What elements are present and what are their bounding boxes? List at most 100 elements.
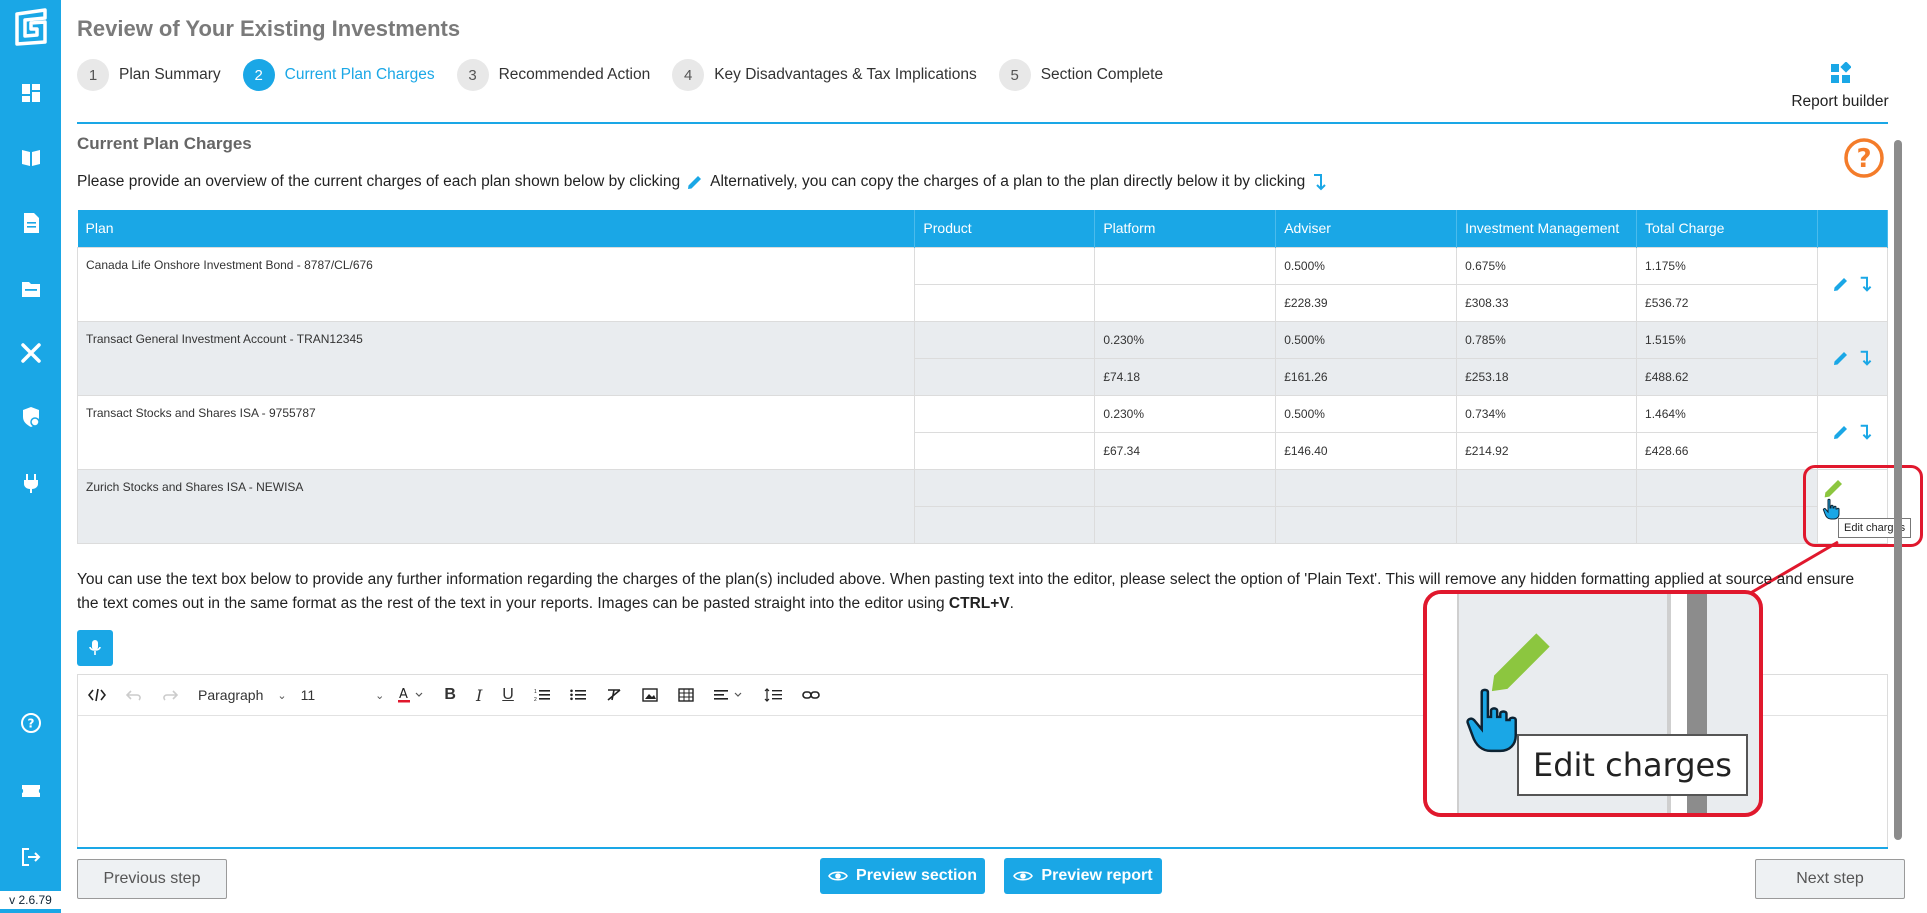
cell-product-amount: [914, 431, 1096, 470]
logout-icon[interactable]: [20, 846, 42, 868]
cell-adviser-pct: 0.500%: [1275, 320, 1458, 359]
next-step-button[interactable]: Next step: [1755, 859, 1905, 899]
undo-icon[interactable]: [126, 688, 142, 702]
cell-investment-pct: 0.785%: [1456, 320, 1638, 359]
copy-down-icon[interactable]: [1858, 275, 1876, 293]
cell-total-pct: 1.464%: [1636, 394, 1818, 433]
cell-product-amount: [914, 357, 1096, 396]
edit-charges-icon[interactable]: [1832, 275, 1850, 293]
instruction-text-2: Alternatively, you can copy the charges …: [710, 173, 1306, 190]
cell-platform-pct: 0.230%: [1094, 320, 1277, 359]
plan-name: Zurich Stocks and Shares ISA - NEWISA: [76, 468, 916, 544]
column-header-product: Product: [914, 210, 1096, 247]
cell-adviser-amount: £161.26: [1275, 357, 1458, 396]
cell-total-amount: £488.62: [1636, 357, 1818, 396]
step-label: Plan Summary: [119, 66, 221, 83]
insert-image-icon[interactable]: [642, 688, 658, 702]
section-title: Current Plan Charges: [77, 134, 252, 153]
block-format-value: Paragraph: [198, 687, 264, 703]
line-height-icon[interactable]: [764, 688, 782, 702]
previous-step-button[interactable]: Previous step: [77, 859, 227, 899]
align-button[interactable]: [713, 688, 744, 702]
column-header-investment-management: Investment Management: [1456, 210, 1638, 247]
page-scrollbar[interactable]: [1894, 140, 1902, 840]
block-format-select[interactable]: Paragraph ⌄: [198, 687, 287, 703]
folder-icon[interactable]: [20, 278, 42, 300]
insert-table-icon[interactable]: [678, 688, 694, 702]
app-version: v 2.6.79: [0, 891, 61, 909]
edit-charges-icon[interactable]: [1832, 349, 1850, 367]
underline-icon[interactable]: U: [502, 686, 514, 704]
svg-text:A: A: [399, 687, 408, 702]
source-code-icon[interactable]: [88, 688, 106, 702]
step-current-plan-charges[interactable]: 2 Current Plan Charges: [242, 59, 435, 91]
step-plan-summary[interactable]: 1 Plan Summary: [77, 59, 221, 91]
link-icon[interactable]: [802, 688, 820, 702]
cell-product-amount: [914, 505, 1096, 544]
preview-section-button[interactable]: Preview section: [820, 858, 985, 894]
step-section-complete[interactable]: 5 Section Complete: [998, 59, 1164, 91]
cell-platform-amount: [1094, 283, 1277, 322]
column-header-platform: Platform: [1094, 210, 1277, 247]
clear-formatting-icon[interactable]: [606, 688, 622, 702]
cell-total-pct: 1.175%: [1636, 246, 1818, 285]
report-builder-label: Report builder: [1791, 93, 1889, 110]
tools-icon[interactable]: [20, 342, 42, 364]
app-logo[interactable]: [11, 8, 51, 46]
shield-icon[interactable]: [20, 406, 42, 428]
bold-icon[interactable]: B: [444, 686, 456, 704]
italic-icon[interactable]: I: [476, 686, 482, 705]
zoom-tooltip: Edit charges: [1517, 734, 1748, 796]
table-row: Transact Stocks and Shares ISA - 9755787…: [76, 394, 1889, 470]
row-actions: [1816, 320, 1889, 396]
step-recommended-action[interactable]: 3 Recommended Action: [456, 59, 650, 91]
instruction-text-1: Please provide an overview of the curren…: [77, 173, 681, 190]
redo-icon[interactable]: [162, 688, 178, 702]
row-actions: [1816, 394, 1889, 470]
dictation-button[interactable]: [77, 630, 113, 666]
step-number: 1: [77, 59, 109, 91]
preview-report-label: Preview report: [1041, 867, 1153, 884]
plug-icon[interactable]: [20, 472, 42, 494]
footer-divider: [77, 847, 1888, 849]
font-size-select[interactable]: 11 ⌄: [301, 687, 385, 703]
edit-charges-icon[interactable]: [1832, 423, 1850, 441]
document-icon[interactable]: [20, 212, 42, 234]
cell-platform-pct: 0.230%: [1094, 394, 1277, 433]
chevron-down-icon: ⌄: [375, 689, 385, 702]
row-actions: [1816, 246, 1889, 322]
cell-platform-amount: £67.34: [1094, 431, 1277, 470]
column-header-actions: [1817, 210, 1889, 247]
cell-adviser-pct: 0.500%: [1275, 246, 1458, 285]
cell-total-pct: [1636, 468, 1818, 507]
chevron-down-icon: ⌄: [277, 689, 287, 702]
cell-platform-amount: [1094, 505, 1277, 544]
plan-name: Transact Stocks and Shares ISA - 9755787: [76, 394, 916, 470]
report-builder-button[interactable]: Report builder: [1780, 61, 1900, 111]
step-key-disadvantages[interactable]: 4 Key Disadvantages & Tax Implications: [672, 59, 977, 91]
help-icon[interactable]: ?: [1843, 137, 1885, 179]
cell-product-pct: [914, 468, 1096, 507]
text-color-button[interactable]: A: [398, 686, 424, 704]
cell-adviser-amount: [1275, 505, 1458, 544]
cell-investment-amount: £214.92: [1456, 431, 1638, 470]
help-icon[interactable]: ?: [20, 712, 42, 734]
copy-down-icon[interactable]: [1858, 423, 1876, 441]
table-row: Transact General Investment Account - TR…: [76, 320, 1889, 396]
step-number: 3: [456, 59, 489, 91]
eye-icon: [828, 871, 848, 881]
zoom-cell-left: [1427, 594, 1457, 813]
cell-total-amount: £536.72: [1636, 283, 1818, 322]
info-end: .: [1009, 595, 1014, 612]
dashboard-icon[interactable]: [20, 82, 42, 104]
bullet-list-icon[interactable]: [570, 688, 586, 702]
step-number: 2: [242, 59, 275, 91]
copy-down-icon[interactable]: [1858, 349, 1876, 367]
preview-report-button[interactable]: Preview report: [1004, 858, 1162, 894]
numbered-list-icon[interactable]: 12: [534, 688, 550, 702]
cell-investment-amount: £308.33: [1456, 283, 1638, 322]
ticket-icon[interactable]: [20, 780, 42, 802]
copy-down-icon: [1314, 174, 1326, 191]
step-label: Section Complete: [1040, 66, 1164, 83]
book-icon[interactable]: [20, 146, 42, 168]
